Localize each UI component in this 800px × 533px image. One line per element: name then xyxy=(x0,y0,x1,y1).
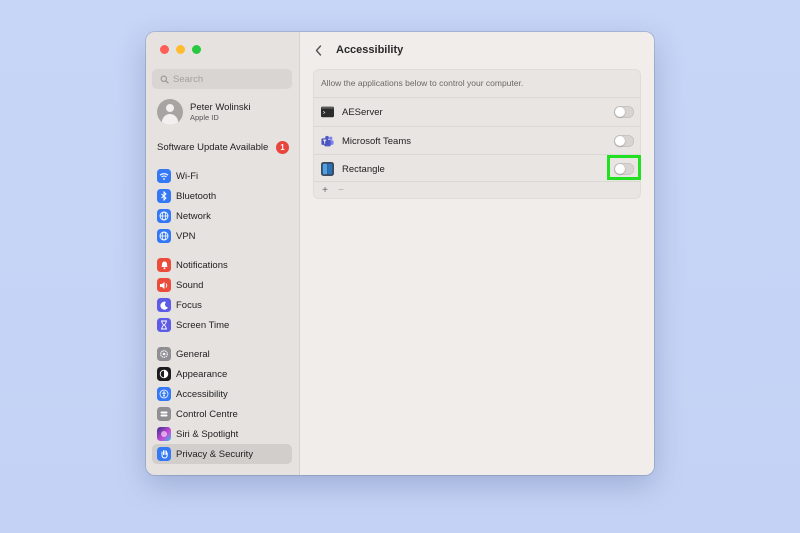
nav-group-system: General Appearance Accessibility Control… xyxy=(152,344,292,464)
sidebar-item-label: Network xyxy=(176,210,211,222)
app-row-microsoft-teams: Microsoft Teams xyxy=(314,126,640,155)
search-box[interactable] xyxy=(152,69,292,89)
close-button[interactable] xyxy=(160,45,169,54)
software-update-label: Software Update Available xyxy=(157,142,269,153)
sidebar-item-label: Notifications xyxy=(176,259,228,271)
main-content: Accessibility Allow the applications bel… xyxy=(300,32,654,475)
search-icon xyxy=(155,75,173,84)
hand-icon xyxy=(157,447,171,461)
gear-icon xyxy=(157,347,171,361)
profile-name: Peter Wolinski xyxy=(190,101,251,113)
sidebar-item-siri-spotlight[interactable]: Siri & Spotlight xyxy=(152,424,292,444)
app-label: Microsoft Teams xyxy=(342,135,411,147)
header: Accessibility xyxy=(312,43,403,57)
wifi-icon xyxy=(157,169,171,183)
moon-icon xyxy=(157,298,171,312)
profile-subtitle: Apple ID xyxy=(190,112,219,122)
highlight-box xyxy=(607,155,641,180)
terminal-icon xyxy=(321,106,334,119)
apple-id-profile[interactable]: Peter Wolinski Apple ID xyxy=(157,99,251,125)
globe-icon xyxy=(157,209,171,223)
nav-group-connectivity: Wi-Fi Bluetooth Network VPN xyxy=(152,166,292,246)
sidebar-item-label: Focus xyxy=(176,299,202,311)
chevron-left-icon xyxy=(315,44,321,56)
sidebar-item-general[interactable]: General xyxy=(152,344,292,364)
sidebar-item-label: Wi-Fi xyxy=(176,170,199,182)
sidebar-item-bluetooth[interactable]: Bluetooth xyxy=(152,186,292,206)
app-label: AEServer xyxy=(342,106,383,118)
sidebar-item-label: Sound xyxy=(176,279,204,291)
settings-window: Peter Wolinski Apple ID Software Update … xyxy=(146,32,654,475)
sidebar-item-label: Control Centre xyxy=(176,408,238,420)
bell-icon xyxy=(157,258,171,272)
panel-footer: + − xyxy=(314,181,640,198)
sidebar-item-label: General xyxy=(176,348,210,360)
panel-description: Allow the applications below to control … xyxy=(321,78,524,88)
sidebar-item-label: VPN xyxy=(176,230,196,242)
sidebar-item-screen-time[interactable]: Screen Time xyxy=(152,315,292,335)
software-update-item[interactable]: Software Update Available 1 xyxy=(157,141,289,154)
hourglass-icon xyxy=(157,318,171,332)
control-centre-icon xyxy=(157,407,171,421)
sidebar-item-privacy-security[interactable]: Privacy & Security xyxy=(152,444,292,464)
sidebar-item-control-centre[interactable]: Control Centre xyxy=(152,404,292,424)
sidebar-item-label: Accessibility xyxy=(176,388,228,400)
sidebar-item-label: Screen Time xyxy=(176,319,230,331)
remove-app-button[interactable]: − xyxy=(334,185,348,196)
aeserver-toggle[interactable] xyxy=(614,106,634,118)
sidebar-item-label: Privacy & Security xyxy=(176,448,254,460)
sidebar: Peter Wolinski Apple ID Software Update … xyxy=(146,32,300,475)
accessibility-apps-panel: Allow the applications below to control … xyxy=(313,69,641,199)
app-row-aeserver: AEServer xyxy=(314,97,640,126)
sidebar-item-wifi[interactable]: Wi-Fi xyxy=(152,166,292,186)
sidebar-item-focus[interactable]: Focus xyxy=(152,295,292,315)
zoom-button[interactable] xyxy=(192,45,201,54)
avatar xyxy=(157,99,183,125)
add-app-button[interactable]: + xyxy=(318,185,332,196)
bluetooth-icon xyxy=(157,189,171,203)
sidebar-item-notifications[interactable]: Notifications xyxy=(152,255,292,275)
page-title: Accessibility xyxy=(336,44,404,56)
sidebar-item-appearance[interactable]: Appearance xyxy=(152,364,292,384)
teams-icon xyxy=(321,135,334,148)
update-badge: 1 xyxy=(276,141,289,154)
accessibility-icon xyxy=(157,387,171,401)
sidebar-item-network[interactable]: Network xyxy=(152,206,292,226)
minimize-button[interactable] xyxy=(176,45,185,54)
appearance-icon xyxy=(157,367,171,381)
speaker-icon xyxy=(157,278,171,292)
microsoft-teams-toggle[interactable] xyxy=(614,135,634,147)
siri-icon xyxy=(157,427,171,441)
app-label: Rectangle xyxy=(342,163,385,175)
nav-group-notifications: Notifications Sound Focus Screen Time xyxy=(152,255,292,335)
sidebar-item-label: Appearance xyxy=(176,368,228,380)
search-input[interactable] xyxy=(173,73,283,85)
app-row-rectangle: Rectangle xyxy=(314,154,640,183)
back-button[interactable] xyxy=(312,43,324,57)
sidebar-item-label: Bluetooth xyxy=(176,190,217,202)
vpn-globe-icon xyxy=(157,229,171,243)
sidebar-item-vpn[interactable]: VPN xyxy=(152,226,292,246)
sidebar-item-label: Siri & Spotlight xyxy=(176,428,239,440)
sidebar-item-sound[interactable]: Sound xyxy=(152,275,292,295)
sidebar-item-accessibility[interactable]: Accessibility xyxy=(152,384,292,404)
rectangle-app-icon xyxy=(321,162,334,176)
traffic-lights xyxy=(160,45,201,54)
